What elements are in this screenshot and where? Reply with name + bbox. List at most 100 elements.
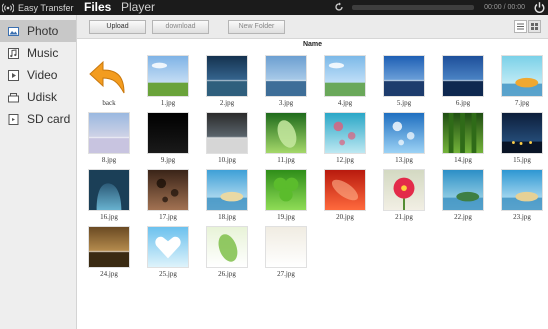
- photo-item[interactable]: 20.jpg: [322, 169, 368, 221]
- photo-item[interactable]: 3.jpg: [263, 55, 309, 107]
- sidebar: Photo Music Video Udisk SD card: [0, 15, 77, 329]
- photo-filename: 5.jpg: [396, 99, 412, 107]
- toolbar: Upload download New Folder: [77, 15, 548, 39]
- wifi-broadcast-icon: [2, 2, 14, 13]
- photo-filename: 7.jpg: [514, 99, 530, 107]
- photo-thumbnail: [324, 169, 366, 211]
- photo-item[interactable]: 26.jpg: [204, 226, 250, 278]
- photo-item[interactable]: 10.jpg: [204, 112, 250, 164]
- grid-view-button[interactable]: [528, 20, 541, 33]
- back-item[interactable]: back: [86, 55, 132, 107]
- photo-filename: 4.jpg: [337, 99, 353, 107]
- sidebar-item-label: SD card: [27, 112, 71, 126]
- photo-filename: 12.jpg: [336, 156, 354, 164]
- sidebar-item-label: Photo: [27, 24, 59, 38]
- photo-item[interactable]: 16.jpg: [86, 169, 132, 221]
- photo-thumbnail: [324, 112, 366, 154]
- photo-item[interactable]: 19.jpg: [263, 169, 309, 221]
- back-arrow-icon: [89, 60, 125, 94]
- photo-item[interactable]: 24.jpg: [86, 226, 132, 278]
- list-view-button[interactable]: [514, 20, 527, 33]
- upload-button[interactable]: Upload: [89, 20, 146, 34]
- video-icon: [8, 69, 19, 81]
- photo-thumbnail: [147, 112, 189, 154]
- photo-filename: 13.jpg: [395, 156, 413, 164]
- photo-item[interactable]: 1.jpg: [145, 55, 191, 107]
- photo-item[interactable]: 4.jpg: [322, 55, 368, 107]
- photo-item[interactable]: 23.jpg: [499, 169, 545, 221]
- photo-filename: 26.jpg: [218, 270, 236, 278]
- photo-filename: 16.jpg: [100, 213, 118, 221]
- photo-filename: 9.jpg: [160, 156, 176, 164]
- photo-item[interactable]: 12.jpg: [322, 112, 368, 164]
- app-name: Easy Transfer: [18, 2, 74, 13]
- sidebar-item-label: Music: [27, 46, 59, 60]
- photo-filename: 27.jpg: [277, 270, 295, 278]
- photo-filename: 11.jpg: [277, 156, 295, 164]
- photo-filename: 19.jpg: [277, 213, 295, 221]
- photo-thumbnail: [442, 55, 484, 97]
- photo-item[interactable]: 18.jpg: [204, 169, 250, 221]
- photo-thumbnail: [88, 226, 130, 268]
- photo-item[interactable]: 9.jpg: [145, 112, 191, 164]
- photo-item[interactable]: 27.jpg: [263, 226, 309, 278]
- playback-progress[interactable]: [352, 5, 474, 10]
- photo-item[interactable]: 11.jpg: [263, 112, 309, 164]
- photo-item[interactable]: 17.jpg: [145, 169, 191, 221]
- photo-thumbnail: [88, 169, 130, 211]
- sidebar-item-sd-card[interactable]: SD card: [0, 108, 76, 130]
- sidebar-item-udisk[interactable]: Udisk: [0, 86, 76, 108]
- photo-thumbnail: [442, 112, 484, 154]
- sidebar-item-video[interactable]: Video: [0, 64, 76, 86]
- photo-filename: 21.jpg: [395, 213, 413, 221]
- back-label: back: [102, 99, 116, 107]
- photo-thumbnail: [324, 55, 366, 97]
- photo-thumbnail: [383, 55, 425, 97]
- photo-item[interactable]: 25.jpg: [145, 226, 191, 278]
- photo-thumbnail: [383, 112, 425, 154]
- udisk-icon: [8, 92, 19, 102]
- photo-item[interactable]: 6.jpg: [440, 55, 486, 107]
- sidebar-item-photo[interactable]: Photo: [0, 20, 76, 42]
- playback-time: 00:00 / 00:00: [484, 4, 525, 11]
- download-button[interactable]: download: [152, 20, 209, 34]
- photo-filename: 14.jpg: [454, 156, 472, 164]
- tab-files[interactable]: Files: [84, 0, 112, 15]
- photo-item[interactable]: 14.jpg: [440, 112, 486, 164]
- photo-thumbnail: [147, 226, 189, 268]
- photo-thumbnail: [442, 169, 484, 211]
- photo-item[interactable]: 5.jpg: [381, 55, 427, 107]
- photo-item[interactable]: 2.jpg: [204, 55, 250, 107]
- sidebar-item-music[interactable]: Music: [0, 42, 76, 64]
- grid-view-icon: [531, 23, 538, 30]
- photo-filename: 2.jpg: [219, 99, 235, 107]
- new-folder-button[interactable]: New Folder: [228, 20, 285, 34]
- photo-thumbnail: [265, 226, 307, 268]
- sidebar-item-label: Udisk: [27, 90, 58, 104]
- photo-item[interactable]: 8.jpg: [86, 112, 132, 164]
- photo-item[interactable]: 7.jpg: [499, 55, 545, 107]
- photo-icon: [8, 26, 19, 36]
- photo-thumbnail: [501, 112, 543, 154]
- refresh-icon[interactable]: [334, 2, 344, 12]
- photo-thumbnail: [88, 112, 130, 154]
- photo-filename: 1.jpg: [160, 99, 176, 107]
- photo-filename: 18.jpg: [218, 213, 236, 221]
- music-icon: [8, 47, 19, 59]
- photo-item[interactable]: 21.jpg: [381, 169, 427, 221]
- photo-filename: 3.jpg: [278, 99, 294, 107]
- photo-item[interactable]: 13.jpg: [381, 112, 427, 164]
- tab-player[interactable]: Player: [121, 0, 159, 15]
- name-column-header[interactable]: Name: [77, 39, 548, 51]
- photo-thumbnail: [265, 112, 307, 154]
- photo-thumbnail: [147, 169, 189, 211]
- power-icon[interactable]: [533, 1, 546, 14]
- photo-thumbnail: [383, 169, 425, 211]
- photo-item[interactable]: 15.jpg: [499, 112, 545, 164]
- photo-item[interactable]: 22.jpg: [440, 169, 486, 221]
- app-brand: Easy Transfer: [2, 0, 78, 15]
- sidebar-item-label: Video: [27, 68, 58, 82]
- photo-thumbnail: [265, 55, 307, 97]
- photo-filename: 20.jpg: [336, 213, 354, 221]
- photo-filename: 6.jpg: [455, 99, 471, 107]
